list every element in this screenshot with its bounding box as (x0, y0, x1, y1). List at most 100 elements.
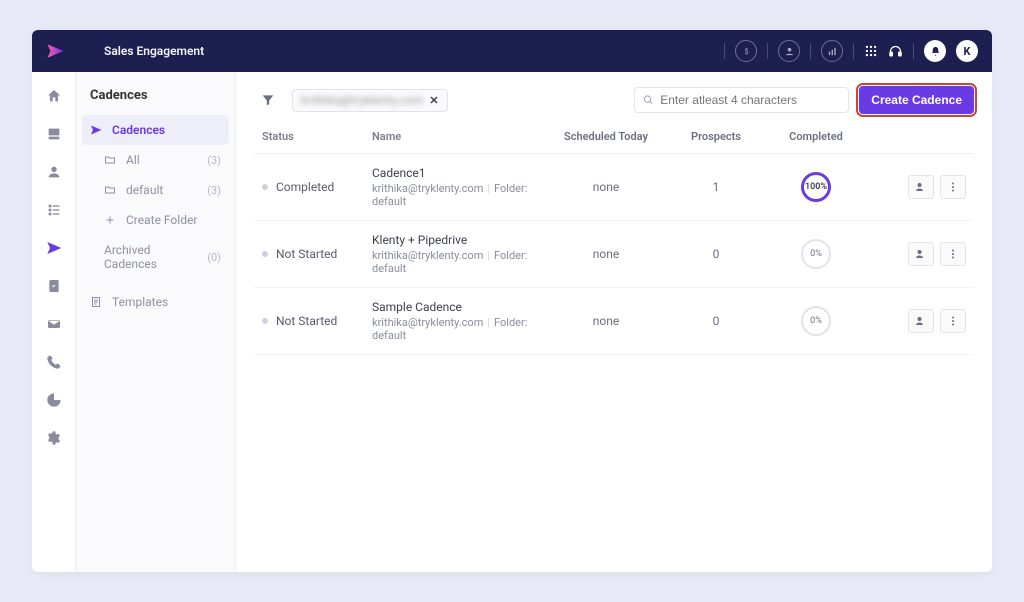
sidebar-item-label: All (126, 153, 140, 167)
cadence-name: Cadence1 (372, 166, 546, 180)
row-actions (866, 242, 966, 266)
status-cell: Completed (262, 180, 372, 194)
row-actions (866, 175, 966, 199)
notifications-icon[interactable] (924, 40, 946, 62)
filter-button[interactable] (254, 86, 282, 114)
owner-email: krithika@tryklenty.com (372, 182, 483, 195)
name-cell: Sample Cadence krithika@tryklenty.com|Fo… (372, 300, 546, 342)
svg-text:$: $ (744, 46, 748, 55)
sidebar-default[interactable]: default (3) (76, 175, 235, 205)
user-plus-icon (915, 248, 927, 260)
col-name: Name (372, 130, 546, 143)
sidebar-item-label: Templates (112, 295, 168, 309)
topbar-actions: $ K (724, 40, 978, 62)
completed-cell: 100% (766, 172, 866, 202)
credits-icon[interactable]: $ (735, 40, 757, 62)
panel-title: Cadences (76, 84, 235, 115)
search-input[interactable] (660, 93, 840, 107)
nav-contacts-icon[interactable] (46, 164, 62, 180)
headset-icon[interactable] (888, 44, 903, 59)
sidebar-create-folder[interactable]: Create Folder (76, 205, 235, 235)
prospects-cell: 0 (666, 314, 766, 328)
col-completed: Completed (766, 130, 866, 143)
topbar: Sales Engagement $ (32, 30, 992, 72)
sidebar-all[interactable]: All (3) (76, 145, 235, 175)
nav-tasks-icon[interactable] (46, 278, 62, 294)
main-content: krithika@tryklenty.com ✕ Create Cadence … (236, 72, 992, 572)
close-icon[interactable]: ✕ (429, 94, 438, 107)
app-window: Sales Engagement $ (32, 30, 992, 572)
table-row[interactable]: Not Started Klenty + Pipedrive krithika@… (254, 221, 974, 288)
status-dot-icon (262, 184, 268, 190)
search-box[interactable] (634, 87, 849, 113)
nav-list-icon[interactable] (46, 202, 62, 218)
more-vertical-icon (947, 315, 959, 327)
sidebar-cadences[interactable]: Cadences (82, 115, 229, 145)
folder-icon (104, 154, 118, 166)
chart-icon[interactable] (821, 40, 843, 62)
nav-cadences-icon[interactable] (46, 240, 62, 256)
owner-email: krithika@tryklenty.com (372, 249, 483, 262)
nav-home-icon[interactable] (46, 88, 62, 104)
table-row[interactable]: Not Started Sample Cadence krithika@tryk… (254, 288, 974, 355)
nav-settings-icon[interactable] (46, 430, 62, 446)
nav-mail-icon[interactable] (46, 316, 62, 332)
nav-reports-icon[interactable] (46, 392, 62, 408)
filter-chip-value: krithika@tryklenty.com (301, 94, 423, 107)
sidebar-item-label: Archived Cadences (104, 243, 199, 271)
progress-ring: 0% (801, 306, 831, 336)
col-scheduled: Scheduled Today (546, 130, 666, 143)
avatar[interactable]: K (956, 40, 978, 62)
more-button[interactable] (940, 309, 966, 333)
count-badge: (3) (207, 184, 221, 197)
add-prospect-button[interactable] (908, 309, 934, 333)
side-panel: Cadences Cadences All (3) default (3) (76, 72, 236, 572)
paper-plane-icon (90, 124, 104, 136)
document-icon (90, 296, 104, 308)
table-row[interactable]: Completed Cadence1 krithika@tryklenty.co… (254, 154, 974, 221)
status-dot-icon (262, 251, 268, 257)
row-actions (866, 309, 966, 333)
status-cell: Not Started (262, 247, 372, 261)
status-text: Not Started (276, 314, 337, 328)
plus-icon (104, 214, 118, 226)
cadence-name: Sample Cadence (372, 300, 546, 314)
more-button[interactable] (940, 175, 966, 199)
owner-email: krithika@tryklenty.com (372, 316, 483, 329)
status-text: Completed (276, 180, 334, 194)
more-button[interactable] (940, 242, 966, 266)
progress-ring: 100% (801, 172, 831, 202)
name-cell: Cadence1 krithika@tryklenty.com|Folder: … (372, 166, 546, 208)
status-text: Not Started (276, 247, 337, 261)
col-status: Status (262, 130, 372, 143)
dialpad-icon[interactable] (864, 44, 878, 58)
col-prospects: Prospects (666, 130, 766, 143)
progress-ring: 0% (801, 239, 831, 269)
name-cell: Klenty + Pipedrive krithika@tryklenty.co… (372, 233, 546, 275)
filter-chip: krithika@tryklenty.com ✕ (292, 89, 448, 112)
paper-plane-icon (46, 42, 64, 60)
cadence-name: Klenty + Pipedrive (372, 233, 546, 247)
scheduled-cell: none (546, 180, 666, 194)
nav-calls-icon[interactable] (46, 354, 62, 370)
prospects-cell: 1 (666, 180, 766, 194)
sidebar-archived[interactable]: Archived Cadences (0) (76, 235, 235, 279)
sidebar-item-label: Cadences (112, 123, 165, 137)
create-cadence-button[interactable]: Create Cadence (859, 86, 974, 114)
add-prospect-button[interactable] (908, 175, 934, 199)
folder-icon (104, 184, 118, 196)
add-prospect-button[interactable] (908, 242, 934, 266)
logo: Sales Engagement (46, 42, 204, 60)
prospects-cell: 0 (666, 247, 766, 261)
count-badge: (3) (207, 154, 221, 167)
table-header: Status Name Scheduled Today Prospects Co… (254, 114, 974, 154)
user-icon[interactable] (778, 40, 800, 62)
funnel-icon (261, 93, 275, 107)
search-icon (643, 94, 654, 106)
count-badge: (0) (207, 251, 221, 264)
sidebar-templates[interactable]: Templates (76, 287, 235, 317)
brand-label: Sales Engagement (104, 44, 204, 58)
completed-cell: 0% (766, 306, 866, 336)
nav-inbox-icon[interactable] (46, 126, 62, 142)
sidebar-item-label: default (126, 183, 163, 197)
